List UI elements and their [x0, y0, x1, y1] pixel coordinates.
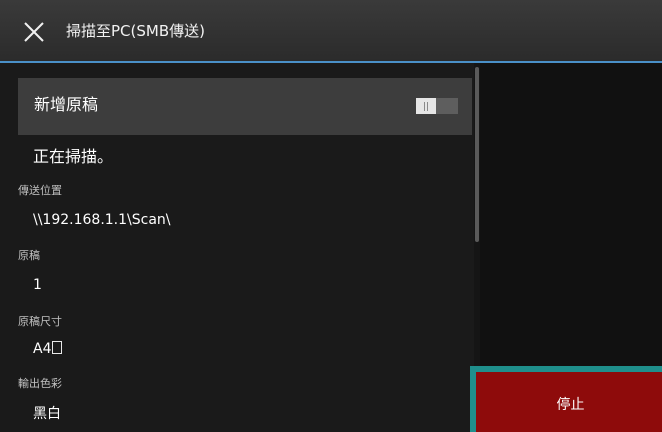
page-title: 掃描至PC(SMB傳送) [66, 22, 205, 40]
close-icon [24, 22, 44, 42]
stop-button-focus: 停止 [470, 366, 662, 432]
originals-value: 1 [33, 277, 42, 293]
originals-label: 原稿 [18, 249, 40, 262]
toggle-knob [416, 98, 436, 114]
original-size-row: A4 [33, 339, 63, 359]
destination-label: 傳送位置 [18, 184, 62, 197]
scrollbar[interactable] [475, 67, 479, 242]
add-original-label: 新增原稿 [34, 95, 99, 114]
original-size-label: 原稿尺寸 [18, 315, 62, 328]
title-bar: 掃描至PC(SMB傳送) [0, 0, 662, 61]
destination-value: \\192.168.1.1\Scan\ [33, 212, 171, 228]
stop-button[interactable]: 停止 [476, 372, 662, 432]
portrait-paper-icon [52, 341, 63, 354]
add-original-toggle[interactable] [416, 98, 458, 114]
original-size-value: A4 [33, 341, 52, 357]
output-color-label: 輸出色彩 [18, 377, 62, 390]
output-color-value: 黑白 [33, 406, 61, 422]
close-button[interactable] [22, 20, 46, 44]
scan-status-text: 正在掃描。 [33, 147, 114, 166]
add-original-row[interactable]: 新增原稿 [18, 78, 472, 135]
